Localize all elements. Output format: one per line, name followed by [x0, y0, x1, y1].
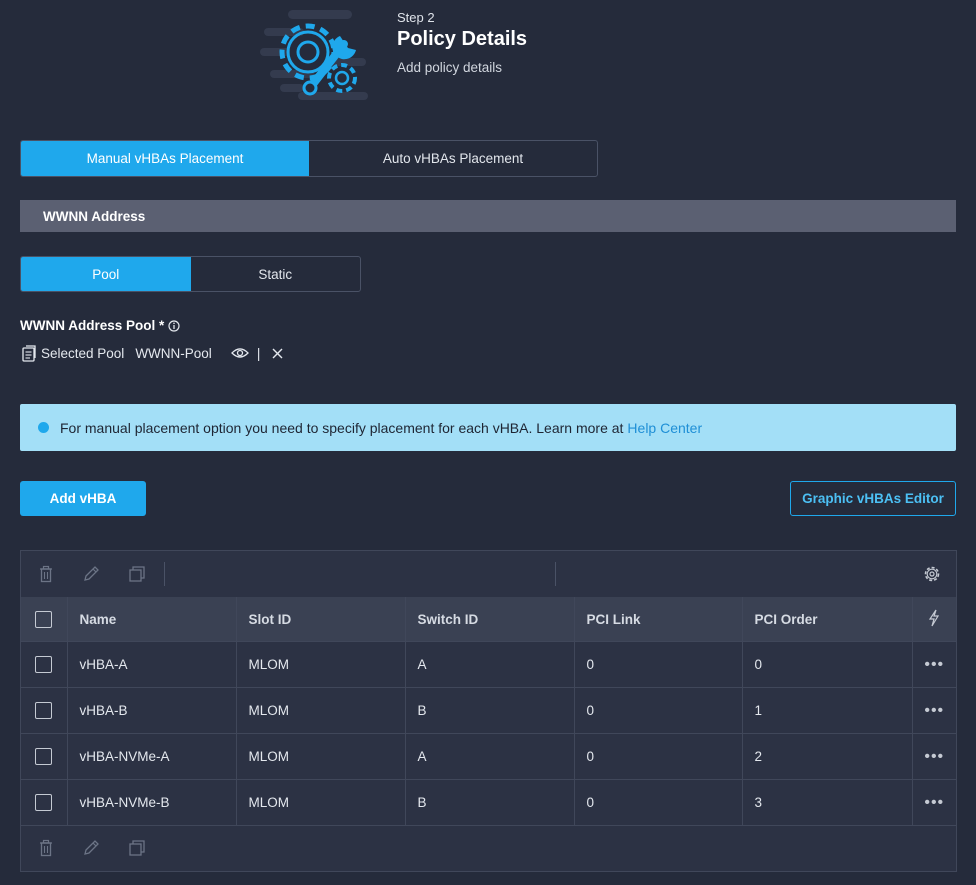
row-select-cell	[21, 687, 68, 734]
more-actions-icon[interactable]: •••	[924, 656, 944, 673]
trash-icon[interactable]	[37, 565, 55, 583]
row-actions-cell: •••	[912, 733, 956, 780]
more-actions-icon[interactable]: •••	[924, 748, 944, 765]
info-message: For manual placement option you need to …	[60, 419, 624, 436]
auto-placement-tab[interactable]: Auto vHBAs Placement	[309, 141, 597, 176]
row-checkbox[interactable]	[35, 702, 53, 719]
help-center-link[interactable]: Help Center	[627, 420, 702, 436]
info-banner: For manual placement option you need to …	[20, 404, 956, 451]
copy-icon[interactable]	[128, 839, 146, 857]
cell-pci-link: 0	[574, 779, 743, 826]
column-header-switch-id[interactable]: Switch ID	[405, 597, 575, 642]
cell-name: vHBA-NVMe-B	[67, 779, 237, 826]
info-dot-icon	[38, 422, 49, 433]
cell-name: vHBA-NVMe-A	[67, 733, 237, 780]
vhba-table-card: Name Slot ID Switch ID PCI Link PCI Orde…	[20, 550, 957, 872]
selected-pool-value: WWNN-Pool	[135, 345, 212, 361]
graphic-vhbas-editor-button[interactable]: Graphic vHBAs Editor	[790, 481, 956, 516]
column-header-pci-link[interactable]: PCI Link	[574, 597, 743, 642]
section-header: WWNN Address	[20, 200, 956, 232]
row-actions-cell: •••	[912, 641, 956, 688]
cell-pci-link: 0	[574, 733, 743, 780]
document-icon	[22, 344, 36, 362]
cell-switch-id: A	[405, 641, 575, 688]
row-actions-cell: •••	[912, 779, 956, 826]
selected-pool-prefix: Selected Pool	[41, 345, 125, 361]
eye-icon[interactable]	[230, 347, 249, 359]
cell-pci-link: 0	[574, 687, 743, 734]
cell-name: vHBA-A	[67, 641, 237, 688]
manual-placement-tab[interactable]: Manual vHBAs Placement	[21, 141, 309, 176]
toolbar-divider	[555, 562, 556, 586]
table-row[interactable]: vHBA-B MLOM B 0 1 •••	[21, 687, 956, 734]
cell-slot-id: MLOM	[236, 687, 406, 734]
more-actions-icon[interactable]: •••	[924, 794, 944, 811]
cell-switch-id: B	[405, 687, 575, 734]
cell-slot-id: MLOM	[236, 641, 406, 688]
column-header-slot-id[interactable]: Slot ID	[236, 597, 406, 642]
table-row[interactable]: vHBA-A MLOM A 0 0 •••	[21, 641, 956, 688]
row-select-cell	[21, 779, 68, 826]
add-vhba-button[interactable]: Add vHBA	[20, 481, 146, 516]
pencil-icon[interactable]	[82, 839, 100, 857]
cell-pci-order: 1	[742, 687, 913, 734]
page-subtitle: Add policy details	[397, 60, 503, 75]
pool-field-label: WWNN Address Pool *	[20, 318, 180, 333]
cell-slot-id: MLOM	[236, 779, 406, 826]
settings-gear-icon[interactable]	[923, 565, 941, 583]
page-title: Policy Details	[397, 28, 528, 50]
pool-option[interactable]: Pool	[21, 257, 191, 291]
static-option[interactable]: Static	[191, 257, 361, 291]
table-toolbar	[21, 551, 956, 597]
select-all-checkbox[interactable]	[35, 610, 53, 628]
section-title: WWNN Address	[43, 208, 146, 224]
vhba-table: Name Slot ID Switch ID PCI Link PCI Orde…	[21, 597, 956, 826]
pool-label-text: WWNN Address Pool *	[20, 318, 165, 333]
cell-pci-order: 2	[742, 733, 913, 780]
gear-wrench-icon	[260, 10, 368, 100]
cell-pci-order: 3	[742, 779, 913, 826]
info-circle-icon[interactable]	[168, 319, 180, 332]
row-select-cell	[21, 733, 68, 780]
column-header-actions	[912, 597, 956, 642]
close-icon[interactable]	[272, 348, 283, 359]
trash-icon[interactable]	[37, 839, 55, 857]
lightning-icon[interactable]	[928, 609, 940, 627]
pencil-icon[interactable]	[82, 565, 100, 583]
cell-switch-id: A	[405, 733, 575, 780]
select-all-cell	[21, 597, 68, 642]
row-select-cell	[21, 641, 68, 688]
cell-pci-link: 0	[574, 641, 743, 688]
table-row[interactable]: vHBA-NVMe-A MLOM A 0 2 •••	[21, 733, 956, 780]
column-header-name[interactable]: Name	[67, 597, 237, 642]
table-header-row: Name Slot ID Switch ID PCI Link PCI Orde…	[21, 597, 956, 642]
row-checkbox[interactable]	[35, 656, 53, 673]
cell-pci-order: 0	[742, 641, 913, 688]
step-label: Step 2	[397, 10, 435, 25]
toolbar-divider	[164, 562, 165, 586]
cell-switch-id: B	[405, 779, 575, 826]
cell-slot-id: MLOM	[236, 733, 406, 780]
selected-pool-row: Selected Pool WWNN-Pool |	[22, 343, 283, 363]
table-bottom-toolbar	[21, 825, 956, 871]
row-actions-cell: •••	[912, 687, 956, 734]
column-header-pci-order[interactable]: PCI Order	[742, 597, 913, 642]
more-actions-icon[interactable]: •••	[924, 702, 944, 719]
pool-static-toggle: Pool Static	[20, 256, 361, 292]
row-checkbox[interactable]	[35, 748, 53, 765]
table-row[interactable]: vHBA-NVMe-B MLOM B 0 3 •••	[21, 779, 956, 826]
cell-name: vHBA-B	[67, 687, 237, 734]
copy-icon[interactable]	[128, 565, 146, 583]
pool-separator: |	[256, 345, 261, 361]
row-checkbox[interactable]	[35, 794, 53, 811]
placement-toggle: Manual vHBAs Placement Auto vHBAs Placem…	[20, 140, 598, 177]
